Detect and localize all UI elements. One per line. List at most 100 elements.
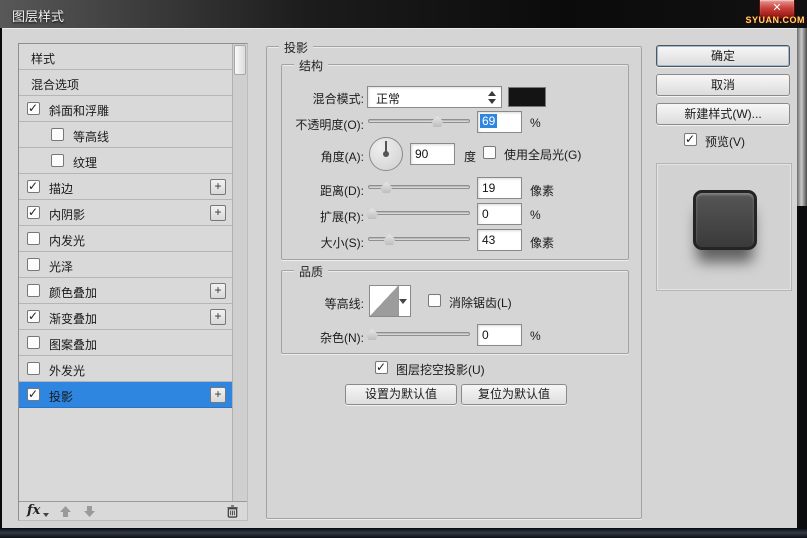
ok-button[interactable]: 确定 [656,45,790,67]
sidebar-item-label: 斜面和浮雕 [49,104,110,118]
opacity-input[interactable]: 69 [477,111,522,133]
sidebar-item-texture[interactable]: 纹理 [19,148,232,174]
anti-alias-option[interactable]: 消除锯齿(L) [428,294,512,311]
texture-checkbox[interactable] [51,154,64,167]
noise-unit: % [530,329,541,343]
blend-mode-select[interactable]: 正常 [367,86,502,108]
layer-knockout-option[interactable]: 图层挖空投影(U) [375,360,485,378]
angle-label: 角度(A): [320,150,364,164]
inner-shadow-checkbox[interactable] [27,205,40,219]
spread-slider[interactable] [366,207,470,219]
sidebar-item-bevel-emboss[interactable]: 斜面和浮雕 [19,96,232,122]
sidebar-item-styles[interactable]: 样式 [19,44,232,70]
sidebar-item-stroke[interactable]: 描边 + [19,174,232,200]
opacity-slider[interactable] [368,115,470,127]
drop-shadow-add-instance-button[interactable]: + [210,387,226,403]
cancel-button[interactable]: 取消 [656,74,790,96]
noise-input[interactable] [477,324,522,346]
sidebar-item-label: 渐变叠加 [49,312,98,326]
size-slider-thumb[interactable] [383,234,396,245]
sidebar-item-label: 图案叠加 [49,338,98,352]
preview-checkbox[interactable] [684,132,697,146]
distance-slider[interactable] [368,181,470,193]
contour-checkbox[interactable] [51,128,64,141]
sidebar-item-pattern-overlay[interactable]: 图案叠加 [19,330,232,356]
drop-shadow-checkbox[interactable] [27,387,40,401]
preview-option[interactable]: 预览(V) [684,132,745,150]
panel-title: 投影 [279,39,314,56]
sidebar-item-inner-shadow[interactable]: 内阴影 + [19,200,232,226]
distance-input[interactable] [477,177,522,199]
contour-thumbnail-icon [370,286,399,316]
use-global-light-label: 使用全局光(G) [504,148,582,162]
title-bar[interactable]: 图层样式 ✕ SYUAN.COM [0,0,807,28]
sidebar-item-gradient-overlay[interactable]: 渐变叠加 + [19,304,232,330]
stroke-checkbox[interactable] [27,179,40,193]
sidebar-item-blending-options[interactable]: 混合选项 [19,70,232,96]
sidebar-item-label: 内阴影 [49,208,86,222]
layer-knockout-checkbox[interactable] [375,360,388,374]
stroke-add-instance-button[interactable]: + [210,179,226,195]
quality-group: 品质 等高线: 消除锯齿(L) 杂色(N): % [281,263,629,354]
use-global-light-checkbox[interactable] [483,146,496,159]
quality-legend: 品质 [294,263,329,280]
new-style-button[interactable]: 新建样式(W)... [656,103,790,125]
outer-glow-checkbox[interactable] [27,362,40,375]
size-slider-track[interactable] [368,237,470,241]
noise-slider-thumb[interactable] [366,329,379,340]
spread-input[interactable] [477,203,522,225]
inner-glow-checkbox[interactable] [27,232,40,245]
noise-slider[interactable] [366,328,470,340]
opacity-slider-track[interactable] [368,119,470,123]
size-slider[interactable] [368,233,470,245]
sidebar-item-color-overlay[interactable]: 颜色叠加 + [19,278,232,304]
drop-shadow-panel: 投影 结构 混合模式: 正常 不透明度(O): 69 % 角度(A): 90 度… [266,39,642,519]
noise-slider-track[interactable] [368,332,470,336]
spread-slider-thumb[interactable] [366,208,379,219]
satin-checkbox[interactable] [27,258,40,271]
contour-picker[interactable] [369,285,411,317]
anti-alias-checkbox[interactable] [428,294,441,307]
use-global-light-option[interactable]: 使用全局光(G) [483,146,581,163]
reset-default-button[interactable]: 复位为默认值 [461,384,567,405]
size-input[interactable] [477,229,522,251]
angle-input[interactable] [410,143,455,165]
delete-effect-icon[interactable] [226,505,239,518]
structure-legend: 结构 [294,57,329,74]
effects-list: 样式 混合选项 斜面和浮雕 等高线 纹理 [19,44,233,502]
sidebar-item-label: 样式 [31,52,56,66]
watermark-text: SYUAN.COM [745,15,805,25]
set-default-button[interactable]: 设置为默认值 [345,384,457,405]
spread-unit: % [530,208,541,222]
blend-mode-label: 混合模式: [312,92,364,106]
sidebar-item-satin[interactable]: 光泽 [19,252,232,278]
gradient-overlay-checkbox[interactable] [27,309,40,323]
sidebar-item-outer-glow[interactable]: 外发光 [19,356,232,382]
gradient-overlay-add-instance-button[interactable]: + [210,309,226,325]
fx-menu-button[interactable]: fx [27,503,40,518]
sidebar-scrollbar-thumb[interactable] [234,45,246,75]
sidebar-item-label: 光泽 [49,260,74,274]
sidebar-item-inner-glow[interactable]: 内发光 [19,226,232,252]
contour-label: 等高线: [324,297,364,311]
angle-dial[interactable] [369,137,403,171]
style-preview-box [656,163,792,291]
move-effect-up-icon[interactable] [59,505,72,518]
sidebar-item-label: 描边 [49,182,74,196]
size-unit: 像素 [530,236,555,250]
pattern-overlay-checkbox[interactable] [27,336,40,349]
opacity-slider-thumb[interactable] [431,116,444,127]
angle-hub [383,151,389,157]
color-overlay-add-instance-button[interactable]: + [210,283,226,299]
sidebar-item-contour[interactable]: 等高线 [19,122,232,148]
shadow-color-swatch[interactable] [508,87,546,107]
inner-shadow-add-instance-button[interactable]: + [210,205,226,221]
spread-slider-track[interactable] [368,211,470,215]
sidebar-scrollbar[interactable] [232,44,247,502]
angle-unit: 度 [464,150,477,164]
bevel-emboss-checkbox[interactable] [27,101,40,115]
distance-slider-thumb[interactable] [380,182,393,193]
color-overlay-checkbox[interactable] [27,284,40,297]
sidebar-item-drop-shadow[interactable]: 投影 + [19,382,232,408]
move-effect-down-icon[interactable] [83,505,96,518]
